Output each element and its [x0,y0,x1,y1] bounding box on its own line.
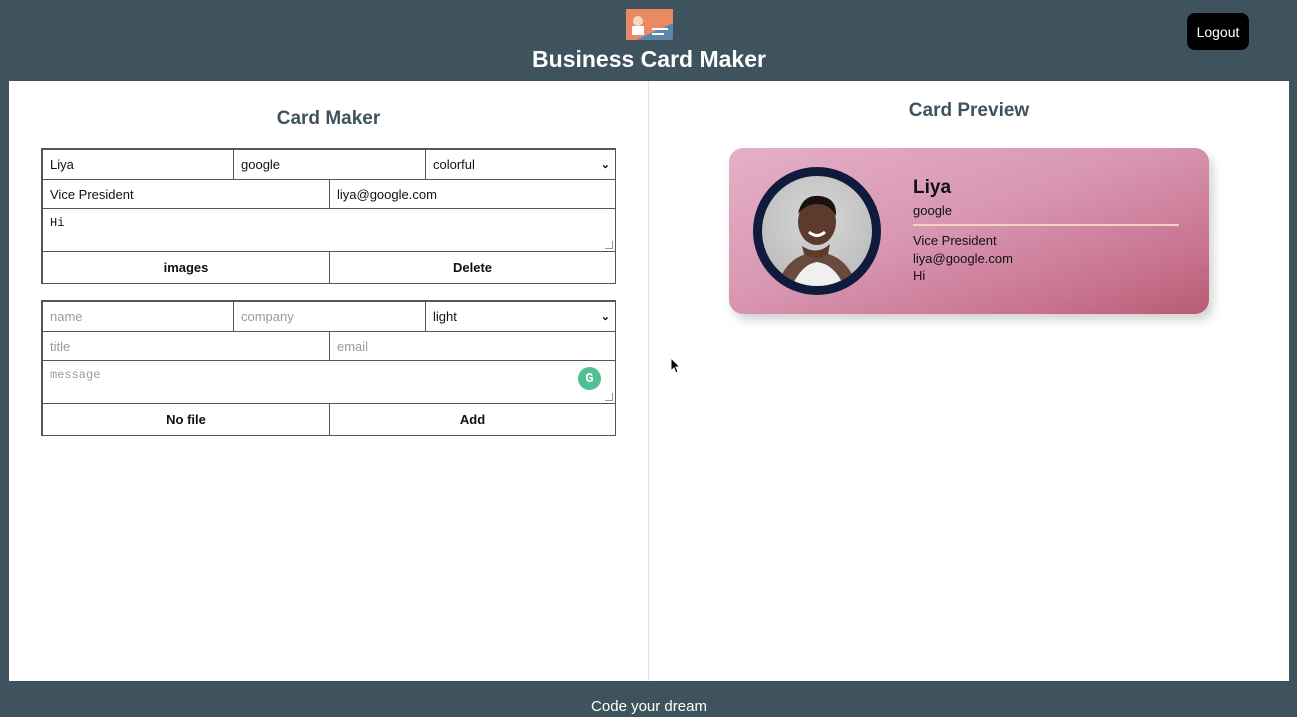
footer: Code your dream [9,681,1289,717]
card-name: Liya [913,177,952,198]
delete-button[interactable]: Delete [329,251,616,284]
app-title: Business Card Maker [532,46,766,72]
card-company: google [913,203,953,218]
grammarly-icon[interactable]: G [578,367,601,390]
resize-handle-icon[interactable] [605,241,613,249]
company-input[interactable]: google [233,149,426,180]
footer-text: Code your dream [591,698,707,715]
new-company-input[interactable]: company [233,301,426,332]
card-title: Vice President [913,233,997,248]
profile-photo-icon [777,195,857,286]
header: Business Card Maker Logout [9,0,1289,81]
avatar-ring [753,167,881,295]
card-maker-title: Card Maker [276,108,381,129]
theme-select-value: colorful [433,157,475,172]
chevron-down-icon: ⌄ [600,159,610,171]
email-input[interactable]: liya@google.com [329,179,616,209]
image-upload-button[interactable]: images [42,251,330,284]
business-card-logo-icon [626,9,673,40]
name-input[interactable]: Liya [42,149,234,180]
new-email-input[interactable]: email [329,331,616,361]
pane-divider [648,81,649,681]
chevron-down-icon: ⌄ [600,311,610,323]
card-preview-title: Card Preview [908,100,1030,121]
mouse-cursor-icon [670,357,682,374]
message-textarea[interactable]: Hi [42,208,616,252]
preview-card: Liya google Vice President liya@google.c… [729,148,1209,314]
new-message-placeholder: message [50,368,101,382]
new-message-textarea[interactable]: message G [42,360,616,404]
resize-handle-icon[interactable] [605,393,613,401]
card-email: liya@google.com [913,251,1013,266]
no-file-button[interactable]: No file [42,403,330,436]
new-theme-select[interactable]: light ⌄ [425,301,616,332]
card-add-form: name company light ⌄ title email message… [41,300,616,436]
new-title-input[interactable]: title [42,331,330,361]
card-message: Hi [913,268,926,283]
logout-button[interactable]: Logout [1187,13,1249,50]
theme-select[interactable]: colorful ⌄ [425,149,616,180]
message-text: Hi [50,216,65,230]
title-input[interactable]: Vice President [42,179,330,209]
avatar [762,176,872,286]
new-theme-select-value: light [433,309,457,324]
new-name-input[interactable]: name [42,301,234,332]
card-edit-form: Liya google colorful ⌄ Vice President li… [41,148,616,284]
app-window: Business Card Maker Logout Card Maker Li… [9,0,1289,717]
card-divider [913,224,1179,226]
add-button[interactable]: Add [329,403,616,436]
